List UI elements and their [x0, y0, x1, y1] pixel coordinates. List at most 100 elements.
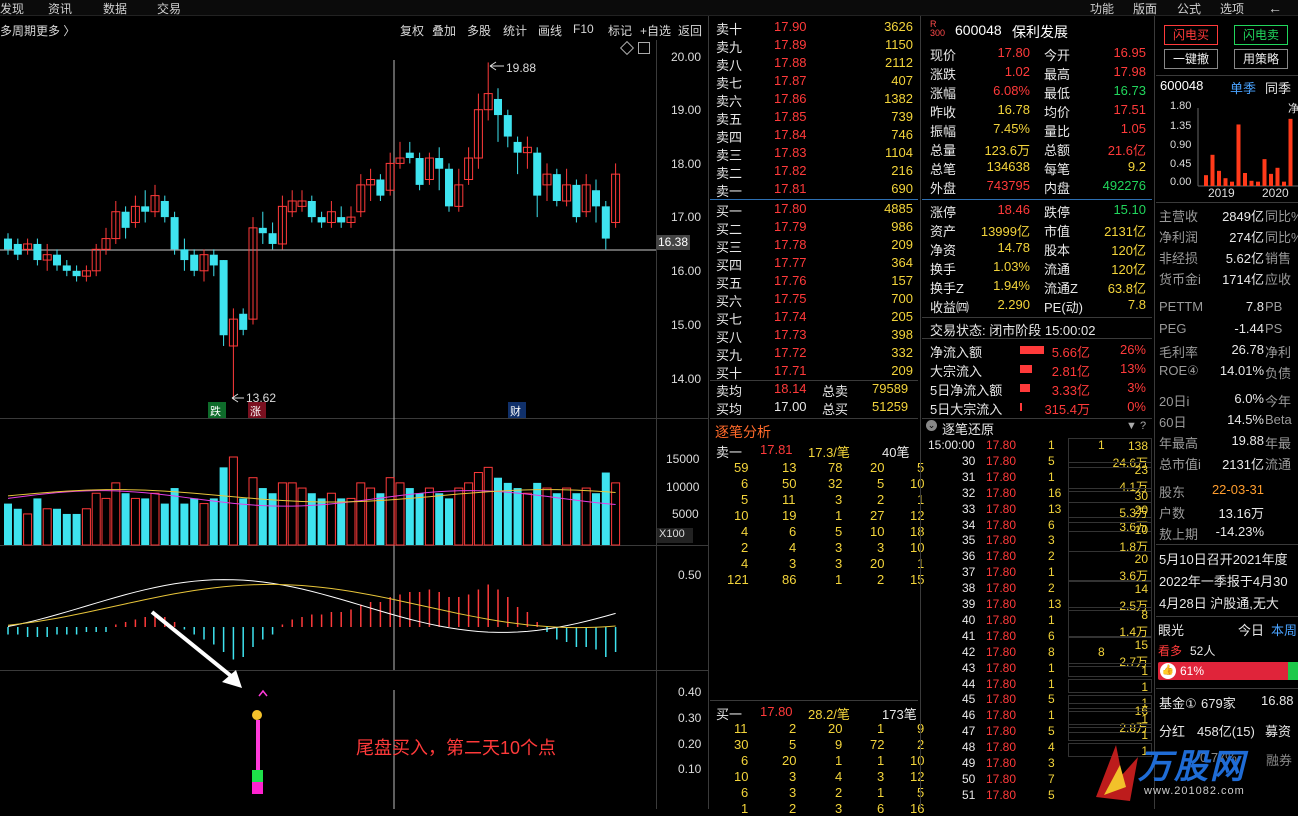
- bid-row[interactable]: 买二 17.79 986: [712, 218, 917, 237]
- tick-cell: 19: [782, 508, 797, 523]
- menu-item[interactable]: 选项: [1220, 0, 1244, 17]
- eye-label: 眼光: [1158, 623, 1185, 638]
- filter-icon[interactable]: ▼: [1126, 420, 1137, 432]
- volume-bar: [268, 493, 277, 545]
- toolbar-item[interactable]: 标记: [608, 22, 632, 39]
- mini-bar: [1236, 124, 1241, 186]
- use-strategy-button[interactable]: 用策略: [1234, 49, 1288, 69]
- toolbar-item[interactable]: +自选: [640, 22, 671, 39]
- ask-row[interactable]: 卖五 17.85 739: [712, 108, 917, 127]
- fall-marker[interactable]: 跌: [210, 403, 221, 419]
- bid-row[interactable]: 买八 17.73 398: [712, 326, 917, 345]
- more-button[interactable]: 更多 〉: [36, 22, 75, 39]
- chevron-down-icon[interactable]: ⌄: [926, 420, 937, 431]
- bid-row[interactable]: 买一 17.80 4885: [712, 200, 917, 219]
- toolbar-item[interactable]: 统计: [503, 22, 527, 39]
- sentiment-bar-bear: [1288, 662, 1298, 680]
- volume-bar: [81, 508, 91, 546]
- help-icon[interactable]: ?: [1140, 420, 1146, 432]
- flash-buy-button[interactable]: 闪电买: [1164, 25, 1218, 45]
- bid-row[interactable]: 买五 17.76 157: [712, 272, 917, 291]
- toolbar-item[interactable]: F10: [573, 22, 594, 36]
- volume-bar: [395, 482, 405, 546]
- toolbar-item[interactable]: 多股: [467, 22, 491, 39]
- toolbar-item[interactable]: 画线: [538, 22, 562, 39]
- volume-bar: [277, 482, 287, 546]
- tick-cell: 10: [734, 769, 749, 784]
- rise-marker[interactable]: 涨: [250, 403, 261, 419]
- menu-item[interactable]: 版面: [1133, 0, 1157, 17]
- mini-bar: [1249, 180, 1254, 186]
- volume-bar: [180, 503, 189, 545]
- bid-row[interactable]: 买七 17.74 205: [712, 308, 917, 327]
- mini-bar: [1269, 173, 1273, 186]
- volume-bar: [592, 493, 600, 545]
- bid-row[interactable]: 买三 17.78 209: [712, 236, 917, 255]
- tick-cell: 9: [835, 737, 843, 752]
- bid-row[interactable]: 买六 17.75 700: [712, 290, 917, 309]
- tick-cell: 3: [877, 540, 885, 555]
- ask-row[interactable]: 卖九 17.89 1150: [712, 36, 917, 55]
- volume-bar: [445, 498, 453, 545]
- tab-single-quarter[interactable]: 单季: [1230, 78, 1256, 97]
- tick-cell: 3: [877, 769, 885, 784]
- candle-body: [601, 206, 610, 239]
- mini-bar: [1223, 178, 1228, 186]
- volume-bar: [190, 498, 199, 545]
- menu-item[interactable]: 发现: [0, 0, 24, 17]
- volume-bar: [111, 482, 121, 546]
- menu-item[interactable]: 功能: [1090, 0, 1114, 17]
- volume-unit: X100: [657, 528, 693, 543]
- news-item[interactable]: 2022年一季报于4月30: [1157, 570, 1298, 591]
- bullish-count: 52人: [1190, 644, 1216, 658]
- volume-bar: [356, 482, 366, 546]
- ask-row[interactable]: 卖二 17.82 216: [712, 162, 917, 181]
- ask-row[interactable]: 卖七 17.87 407: [712, 72, 917, 91]
- candle-body: [121, 211, 130, 228]
- ask-row[interactable]: 卖八 17.88 2112: [712, 54, 917, 73]
- volume-bar: [228, 456, 238, 546]
- tick-analysis-title[interactable]: 逐笔分析: [715, 422, 771, 442]
- finance-marker[interactable]: 财: [510, 403, 521, 419]
- flash-sell-button[interactable]: 闪电卖: [1234, 25, 1288, 45]
- tick-cell: 1: [877, 721, 885, 736]
- ask-row[interactable]: 卖三 17.83 1104: [712, 144, 917, 163]
- fin-row: 敖上期 -14.23%: [1159, 524, 1264, 542]
- quote-row: 总笔 134638 每笔 9.2: [930, 159, 1146, 177]
- candle-body: [62, 265, 71, 271]
- news-item[interactable]: 4月28日 沪股通,无大: [1157, 592, 1298, 613]
- menu-item[interactable]: 资讯: [48, 0, 72, 17]
- bid-row[interactable]: 买九 17.72 332: [712, 344, 917, 363]
- fin-row: 主营收2849亿同比%: [1159, 209, 1298, 224]
- toolbar-item[interactable]: 叠加: [432, 22, 456, 39]
- toolbar-item[interactable]: 返回: [678, 22, 702, 39]
- menu-item[interactable]: 公式: [1177, 0, 1201, 17]
- flow-bar: [1020, 403, 1022, 411]
- tick-cell: 2: [877, 572, 885, 587]
- news-item[interactable]: 5月10日召开2021年度: [1157, 548, 1298, 569]
- volume-bar: [533, 482, 542, 545]
- toolbar-item[interactable]: 复权: [400, 22, 424, 39]
- tab-week[interactable]: 本周: [1271, 620, 1297, 639]
- one-key-cancel-button[interactable]: 一键撤: [1164, 49, 1218, 69]
- bid-row[interactable]: 买十 17.71 209: [712, 362, 917, 381]
- menu-item[interactable]: 数据: [103, 0, 127, 17]
- tab-today[interactable]: 今日: [1238, 620, 1264, 639]
- tick-replay-title[interactable]: 逐笔还原: [942, 419, 994, 438]
- ask-row[interactable]: 卖四 17.84 746: [712, 126, 917, 145]
- tab-same-quarter[interactable]: 同季: [1265, 78, 1291, 97]
- menu-item[interactable]: 交易: [157, 0, 181, 17]
- period-button[interactable]: 多周期: [0, 22, 36, 39]
- tick-cell: 32: [828, 476, 843, 491]
- candle-body: [219, 260, 228, 336]
- arrow-left-icon[interactable]: ←: [1268, 0, 1282, 16]
- tick-cell: 3: [789, 769, 797, 784]
- ask-row[interactable]: 卖十 17.90 3626: [712, 18, 917, 37]
- ask-row[interactable]: 卖一 17.81 690: [712, 180, 917, 199]
- bid-row[interactable]: 买四 17.77 364: [712, 254, 917, 273]
- candle-body: [141, 206, 150, 212]
- ask-row[interactable]: 卖六 17.86 1382: [712, 90, 917, 109]
- price-axis-tick: 15.00: [671, 318, 702, 332]
- stock-chart[interactable]: [0, 40, 708, 809]
- replay-block: 20 3.6万: [1068, 551, 1152, 583]
